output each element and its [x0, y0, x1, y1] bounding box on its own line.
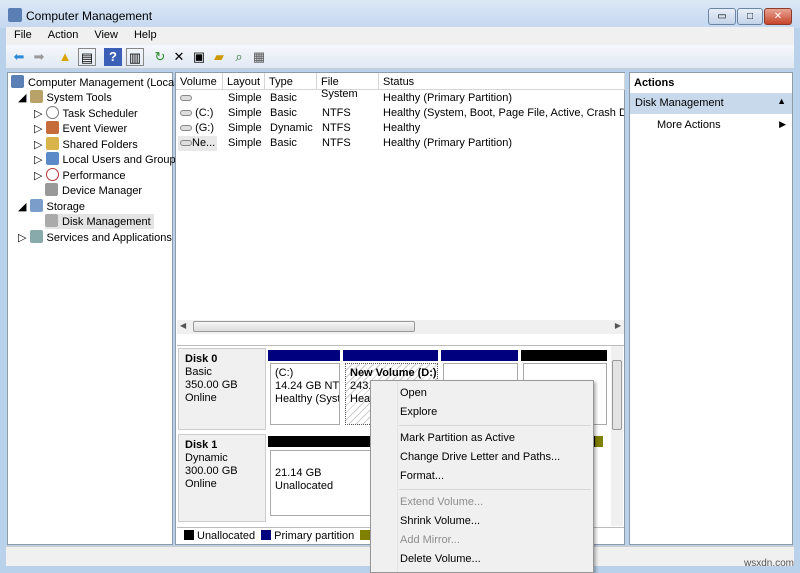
- watermark: wsxdn.com: [743, 558, 794, 569]
- unallocated-swatch: [184, 530, 194, 540]
- disk-0-label[interactable]: Disk 0 Basic 350.00 GB Online: [178, 348, 266, 430]
- menu-item-open[interactable]: Open: [400, 384, 427, 402]
- delete-icon[interactable]: ✕: [170, 48, 188, 66]
- tree-item-task-scheduler[interactable]: ▷ Task Scheduler: [34, 106, 138, 121]
- menu-item-change-drive-letter[interactable]: Change Drive Letter and Paths...: [400, 448, 560, 466]
- storage-icon: [29, 199, 43, 212]
- context-menu: Open Explore Mark Partition as Active Ch…: [370, 380, 594, 573]
- window-title: Computer Management: [26, 9, 153, 23]
- column-file-system[interactable]: File System: [317, 73, 379, 100]
- table-row[interactable]: Ne... Simple Basic NTFS Healthy (Primary Par…: [176, 136, 624, 151]
- search-icon[interactable]: ⌕: [230, 48, 248, 66]
- services-icon: [29, 230, 43, 243]
- collapse-icon: ▲: [777, 96, 786, 106]
- vertical-scrollbar[interactable]: [611, 346, 623, 526]
- primary-swatch: [261, 530, 272, 540]
- open-folder-icon[interactable]: ▰: [210, 48, 228, 66]
- column-volume[interactable]: Volume: [176, 73, 223, 90]
- menu-item-add-mirror[interactable]: Add Mirror...: [400, 531, 460, 549]
- shared-folder-icon: [45, 137, 59, 150]
- tree-item-local-users[interactable]: ▷ Local Users and Groups: [34, 152, 181, 167]
- drive-icon: [180, 110, 192, 116]
- actions-section-disk-management[interactable]: Disk Management ▲: [630, 93, 792, 114]
- toolbar: ⬅ ➡ ▲ ▤ ? ▥ ↻ ✕ ▣ ▰ ⌕ ▦: [6, 45, 794, 69]
- tree-item-disk-management[interactable]: Disk Management: [45, 214, 154, 229]
- scrollbar-thumb[interactable]: [612, 360, 622, 430]
- menu-item-mark-active[interactable]: Mark Partition as Active: [400, 429, 515, 447]
- show-hide-action-pane-icon[interactable]: ▥: [126, 48, 144, 66]
- menu-bar: File Action View Help: [6, 27, 794, 45]
- drive-icon: [180, 95, 192, 101]
- table-row[interactable]: (C:) Simple Basic NTFS Healthy (System, Boot…: [176, 106, 624, 121]
- menu-action[interactable]: Action: [40, 27, 87, 41]
- tree-item-services[interactable]: ▷ Services and Applications: [18, 230, 172, 245]
- menu-item-shrink-volume[interactable]: Shrink Volume...: [400, 512, 480, 530]
- column-layout[interactable]: Layout: [223, 73, 265, 90]
- partition-c[interactable]: (C:) 14.24 GB NTF Healthy (Syst: [270, 363, 340, 425]
- actions-header: Actions: [634, 77, 675, 89]
- tree-item-device-manager[interactable]: Device Manager: [45, 183, 142, 198]
- column-type[interactable]: Type: [265, 73, 317, 90]
- simple-swatch: [360, 530, 371, 540]
- back-icon[interactable]: ⬅: [10, 48, 28, 66]
- scrollbar-thumb[interactable]: [193, 321, 415, 332]
- properties-icon[interactable]: ▣: [190, 48, 208, 66]
- menu-item-format[interactable]: Format...: [400, 467, 444, 485]
- menu-file[interactable]: File: [6, 27, 40, 41]
- up-folder-icon[interactable]: ▲: [56, 48, 74, 66]
- help-icon[interactable]: ?: [104, 48, 122, 66]
- column-status[interactable]: Status: [379, 73, 625, 90]
- menu-help[interactable]: Help: [126, 27, 165, 41]
- tree-item-storage[interactable]: ◢ Storage: [18, 199, 85, 214]
- tools-icon: [29, 90, 43, 103]
- computer-icon: [11, 75, 24, 88]
- disk-icon[interactable]: ▦: [250, 48, 268, 66]
- menu-item-extend-volume[interactable]: Extend Volume...: [400, 493, 483, 511]
- users-icon: [45, 152, 59, 165]
- tree-item-performance[interactable]: ▷ Performance: [34, 168, 126, 183]
- disk-1-label[interactable]: Disk 1 Dynamic 300.00 GB Online: [178, 434, 266, 522]
- drive-icon: [180, 140, 192, 146]
- show-hide-tree-icon[interactable]: ▤: [78, 48, 96, 66]
- minimize-button[interactable]: ▭: [708, 8, 736, 25]
- title-bar: Computer Management ▭ □ ✕: [0, 0, 800, 28]
- tree-item-event-viewer[interactable]: ▷ Event Viewer: [34, 121, 127, 136]
- menu-item-explore[interactable]: Explore: [400, 403, 437, 421]
- submenu-arrow-icon: ▶: [779, 119, 786, 129]
- device-manager-icon: [45, 183, 58, 196]
- close-button[interactable]: ✕: [764, 8, 792, 25]
- horizontal-scrollbar[interactable]: ◀ ▶: [177, 320, 624, 334]
- table-row[interactable]: (G:) Simple Dynamic NTFS Healthy: [176, 121, 624, 136]
- forward-icon[interactable]: ➡: [30, 48, 48, 66]
- tree-item-shared-folders[interactable]: ▷ Shared Folders: [34, 137, 138, 152]
- refresh-icon[interactable]: ↻: [151, 48, 169, 66]
- drive-icon: [180, 125, 192, 131]
- app-icon: [8, 8, 22, 22]
- menu-view[interactable]: View: [86, 27, 126, 41]
- tree-item-computer-management[interactable]: Computer Management (Local: [11, 75, 177, 90]
- tree-item-system-tools[interactable]: ◢ System Tools: [18, 90, 112, 105]
- performance-icon: [45, 168, 59, 181]
- actions-pane: Actions Disk Management ▲ More Actions ▶: [629, 72, 793, 545]
- menu-item-delete-volume[interactable]: Delete Volume...: [400, 550, 481, 568]
- maximize-button[interactable]: □: [737, 8, 763, 25]
- clock-icon: [45, 106, 59, 119]
- event-viewer-icon: [45, 121, 59, 134]
- more-actions[interactable]: More Actions ▶: [630, 117, 792, 135]
- navigation-tree: Computer Management (Local ◢ System Tool…: [7, 72, 181, 545]
- disk-management-icon: [45, 214, 58, 227]
- table-row[interactable]: Simple Basic Healthy (Primary Partition): [176, 91, 624, 106]
